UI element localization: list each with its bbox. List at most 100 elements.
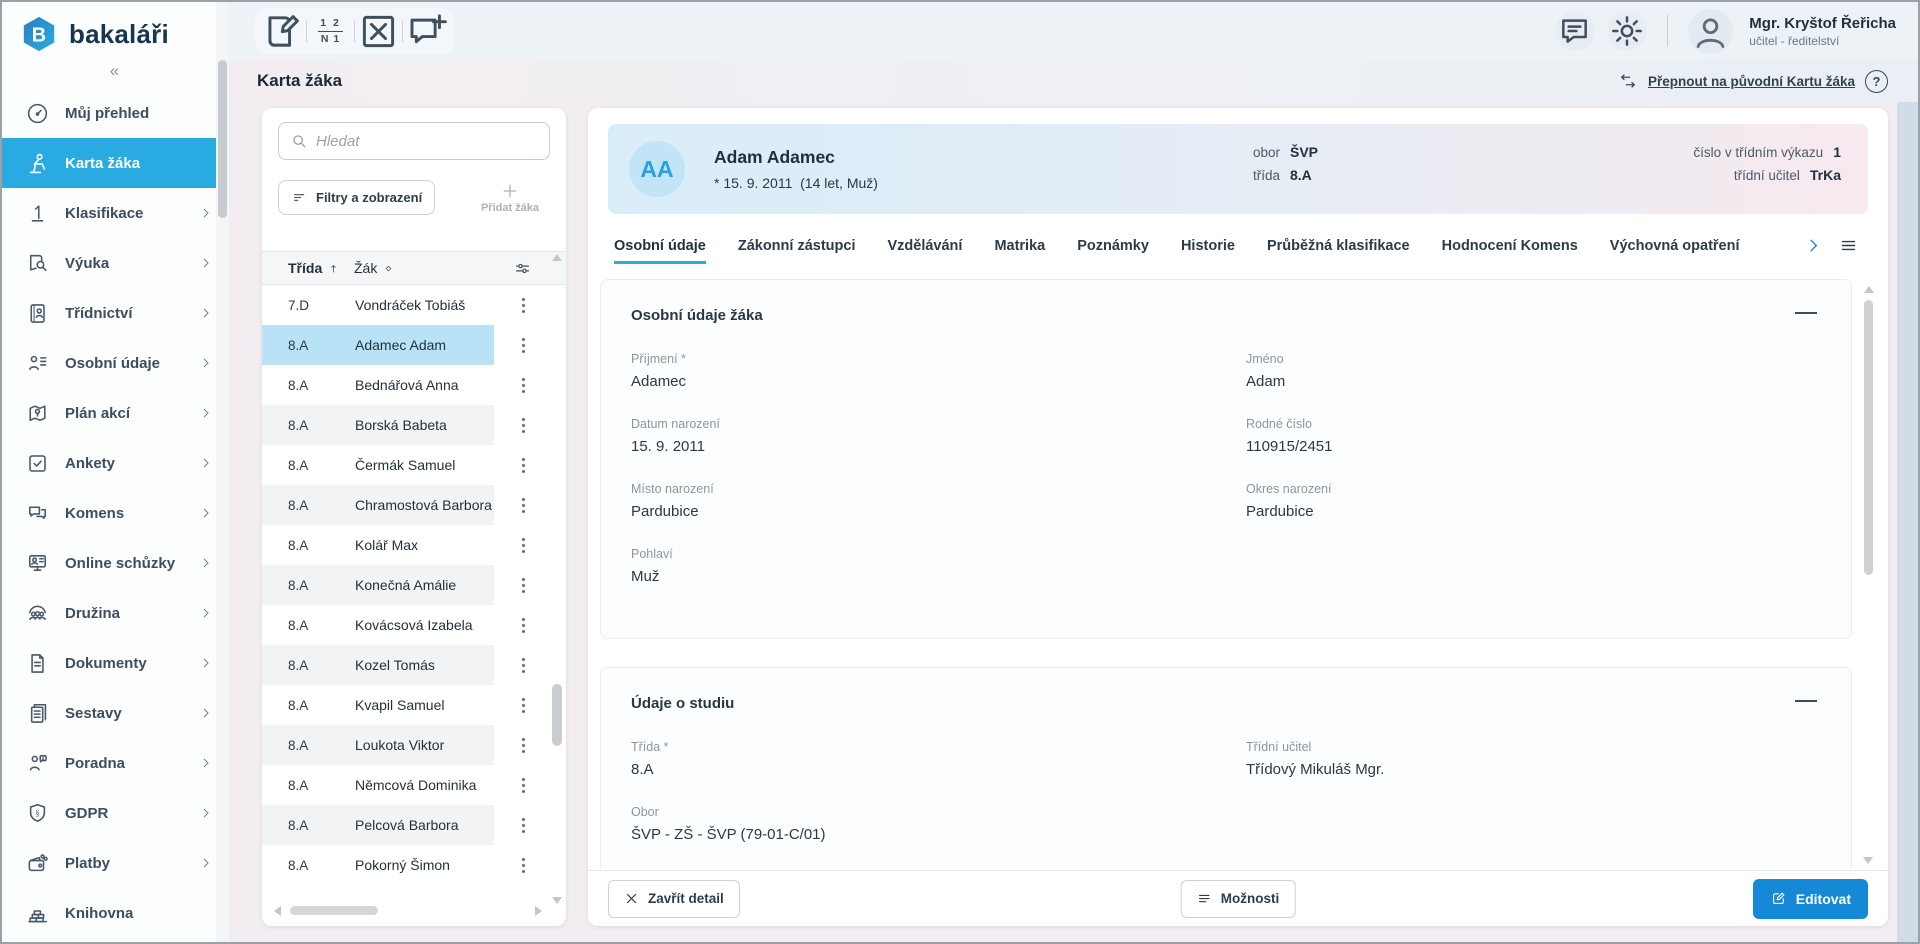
sidebar-item-osobni-udaje[interactable]: Osobní údaje	[2, 338, 229, 388]
sidebar-item-vyuka[interactable]: Výuka	[2, 238, 229, 288]
tab-osobni-udaje[interactable]: Osobní údaje	[614, 238, 706, 264]
sidebar-item-platby[interactable]: Platby	[2, 838, 229, 888]
row-menu-kebab-icon[interactable]	[509, 525, 537, 565]
scroll-down-arrow-icon[interactable]	[1863, 857, 1873, 864]
field-label: Třída *	[631, 740, 1246, 754]
tab-poznamky[interactable]: Poznámky	[1077, 238, 1149, 264]
student-row-kozel-tomas[interactable]: 8.AKozel Tomás	[262, 645, 556, 685]
sidebar-item-tridnictvi[interactable]: Třídnictví	[2, 288, 229, 338]
settings-button[interactable]	[1607, 11, 1647, 51]
class-book-entry-button[interactable]	[259, 8, 306, 54]
student-row-loukota-viktor[interactable]: 8.ALoukota Viktor	[262, 725, 556, 765]
messages-button[interactable]	[1555, 11, 1595, 51]
section-collapse-icon[interactable]	[1795, 700, 1817, 702]
sidebar-item-dokumenty[interactable]: Dokumenty	[2, 638, 229, 688]
tab-zakonni-zastupci[interactable]: Zákonní zástupci	[738, 238, 856, 264]
row-menu-kebab-icon[interactable]	[509, 365, 537, 405]
scroll-down-arrow-icon[interactable]	[552, 897, 562, 904]
scroll-up-arrow-icon[interactable]	[552, 254, 562, 261]
sidebar-item-karta-zaka[interactable]: Karta žáka	[2, 138, 229, 188]
list-scrollbar-thumb[interactable]	[552, 684, 562, 746]
detail-vertical-scrollbar[interactable]	[1862, 286, 1875, 864]
search-input[interactable]	[316, 133, 538, 150]
sidebar-item-poradna[interactable]: Poradna	[2, 738, 229, 788]
grades-entry-button[interactable]: 1 2 N 1	[307, 8, 354, 54]
section-collapse-icon[interactable]	[1795, 312, 1817, 314]
scroll-right-arrow-icon[interactable]	[535, 906, 542, 916]
row-menu-kebab-icon[interactable]	[509, 445, 537, 485]
sidebar-item-muj-prehled[interactable]: Můj přehled	[2, 88, 229, 138]
column-header-student[interactable]: Žák	[354, 260, 394, 276]
student-row-borska-babeta[interactable]: 8.ABorská Babeta	[262, 405, 556, 445]
sidebar-item-klasifikace[interactable]: Klasifikace	[2, 188, 229, 238]
student-detail-panel: AA Adam Adamec * 15. 9. 2011 (14 let, Mu…	[588, 108, 1888, 926]
app-logo[interactable]: B bakaláři	[2, 2, 229, 53]
tab-matrika[interactable]: Matrika	[994, 238, 1045, 264]
row-menu-kebab-icon[interactable]	[509, 285, 537, 325]
sidebar-item-ankety[interactable]: Ankety	[2, 438, 229, 488]
student-row-konecna-amalie[interactable]: 8.AKonečná Amálie	[262, 565, 556, 605]
column-settings-icon[interactable]	[513, 259, 532, 278]
list-hscrollbar-thumb[interactable]	[290, 906, 378, 915]
column-header-class[interactable]: Třída	[288, 260, 354, 276]
sidebar-scrollbar[interactable]	[218, 60, 227, 218]
window-scrollbar[interactable]	[1897, 102, 1918, 942]
tab-vychovna-opatreni[interactable]: Výchovná opatření	[1610, 238, 1740, 264]
new-message-button[interactable]	[403, 8, 450, 54]
tab-historie[interactable]: Historie	[1181, 238, 1235, 264]
row-menu-kebab-icon[interactable]	[509, 845, 537, 885]
tab-prubezna-klasifikace[interactable]: Průběžná klasifikace	[1267, 238, 1410, 264]
switch-to-original-link[interactable]: Přepnout na původní Kartu žáka	[1648, 74, 1855, 89]
sidebar-item-knihovna[interactable]: Knihovna	[2, 888, 229, 938]
scroll-left-arrow-icon[interactable]	[274, 906, 281, 916]
row-menu-kebab-icon[interactable]	[509, 765, 537, 805]
user-info[interactable]: Mgr. Kryštof Řeřicha učitel - ředitelstv…	[1749, 15, 1896, 48]
row-menu-kebab-icon[interactable]	[509, 685, 537, 725]
student-row-vondracek-tobias[interactable]: 7.DVondráček Tobiáš	[262, 285, 556, 325]
sidebar-item-druzina[interactable]: Družina	[2, 588, 229, 638]
list-horizontal-scrollbar[interactable]	[274, 905, 542, 917]
search-box[interactable]	[278, 122, 550, 160]
student-row-nemcova-dominika[interactable]: 8.ANěmcová Dominika	[262, 765, 556, 805]
sidebar-item-komens[interactable]: Komens	[2, 488, 229, 538]
options-button[interactable]: Možnosti	[1181, 880, 1296, 918]
row-menu-kebab-icon[interactable]	[509, 725, 537, 765]
help-button[interactable]: ?	[1865, 70, 1888, 93]
student-row-chramostova-barbora[interactable]: 8.AChramostová Barbora	[262, 485, 556, 525]
student-row-kovacsova-izabela[interactable]: 8.AKovácsová Izabela	[262, 605, 556, 645]
sidebar-item-sestavy[interactable]: Sestavy	[2, 688, 229, 738]
detail-scrollbar-thumb[interactable]	[1864, 300, 1873, 575]
messages-icon	[25, 501, 50, 526]
tab-vzdelavani[interactable]: Vzdělávání	[887, 238, 962, 264]
row-menu-kebab-icon[interactable]	[509, 405, 537, 445]
add-student-button[interactable]: Přidat žáka	[470, 181, 550, 214]
row-menu-kebab-icon[interactable]	[509, 565, 537, 605]
sidebar-item-plan-akci[interactable]: Plán akcí	[2, 388, 229, 438]
sidebar-item-online-schuzky[interactable]: Online schůzky	[2, 538, 229, 588]
filters-button[interactable]: Filtry a zobrazení	[278, 180, 435, 215]
student-row-pokorny-simon[interactable]: 8.APokorný Šimon	[262, 845, 556, 885]
edit-button[interactable]: Editovat	[1753, 879, 1868, 919]
tabs-menu-icon[interactable]	[1839, 236, 1858, 255]
tab-hodnoceni-komens[interactable]: Hodnocení Komens	[1442, 238, 1578, 264]
student-row-kolar-max[interactable]: 8.AKolář Max	[262, 525, 556, 565]
row-menu-kebab-icon[interactable]	[509, 805, 537, 845]
page-header: Karta žáka Přepnout na původní Kartu žák…	[229, 60, 1918, 102]
user-avatar[interactable]	[1688, 9, 1733, 54]
student-row-bednarova-anna[interactable]: 8.ABednářová Anna	[262, 365, 556, 405]
student-row-adamec-adam[interactable]: 8.AAdamec Adam	[262, 325, 556, 365]
student-row-kvapil-samuel[interactable]: 8.AKvapil Samuel	[262, 685, 556, 725]
tabs-overflow-chevron-icon[interactable]	[1805, 237, 1822, 254]
sidebar-item-gdpr[interactable]: §GDPR	[2, 788, 229, 838]
row-menu-kebab-icon[interactable]	[509, 605, 537, 645]
close-detail-button[interactable]: Zavřít detail	[608, 880, 740, 918]
student-row-pelcova-barbora[interactable]: 8.APelcová Barbora	[262, 805, 556, 845]
row-menu-kebab-icon[interactable]	[509, 645, 537, 685]
list-vertical-scrollbar[interactable]	[551, 254, 563, 904]
absence-entry-button[interactable]	[355, 8, 402, 54]
sidebar-collapse-button[interactable]: «	[2, 61, 229, 81]
row-menu-kebab-icon[interactable]	[509, 325, 537, 365]
row-menu-kebab-icon[interactable]	[509, 485, 537, 525]
student-row-cermak-samuel[interactable]: 8.AČermák Samuel	[262, 445, 556, 485]
scroll-up-arrow-icon[interactable]	[1864, 286, 1874, 293]
